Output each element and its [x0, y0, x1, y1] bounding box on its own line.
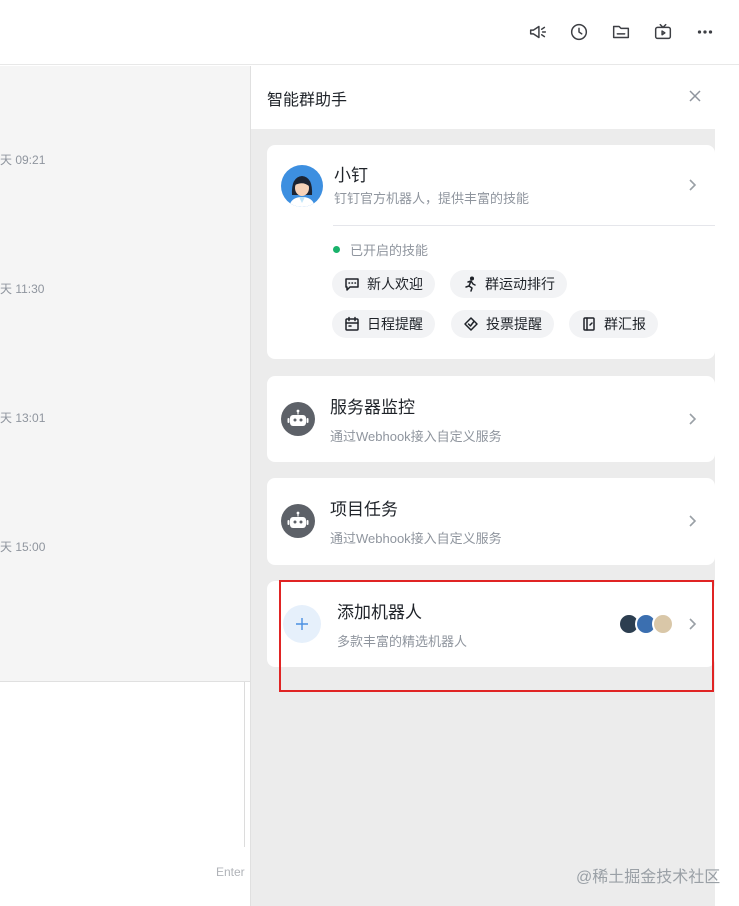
bot-card-project-task[interactable]: 项目任务 通过Webhook接入自定义服务: [267, 478, 715, 565]
bot-name: 小钉: [334, 166, 368, 185]
skill-label: 群运动排行: [485, 276, 555, 292]
message-input-area[interactable]: [0, 682, 250, 906]
message-time: 天 11:30: [0, 282, 45, 296]
divider: [333, 225, 715, 226]
bot-card-xiaoding[interactable]: 小钉 钉钉官方机器人，提供丰富的技能 已开启的技能 新人欢迎 群运动排行 日程提…: [267, 145, 715, 359]
message-time: 天 09:21: [0, 153, 46, 167]
robot-icon: [281, 402, 315, 436]
chat-message-list: 天 09:21 天 11:30 天 13:01 天 15:00: [0, 66, 250, 681]
bot-description: 通过Webhook接入自定义服务: [330, 531, 502, 546]
xiaoding-avatar: [281, 165, 323, 207]
robot-icon: [281, 504, 315, 538]
add-robot-card[interactable]: 添加机器人 多款丰富的精选机器人: [267, 581, 715, 667]
skills-label-text: 已开启的技能: [350, 243, 429, 258]
skill-chip-report[interactable]: 群汇报: [569, 310, 658, 338]
announcement-icon[interactable]: [526, 20, 550, 44]
folder-icon[interactable]: [609, 20, 633, 44]
bot-description: 钉钉官方机器人，提供丰富的技能: [334, 191, 530, 206]
robot-avatar: [652, 613, 674, 635]
bot-name: 项目任务: [330, 500, 398, 519]
divider: [244, 682, 245, 847]
skill-label: 日程提醒: [367, 316, 423, 332]
chevron-right-icon: [685, 178, 699, 192]
skill-label: 群汇报: [604, 316, 646, 332]
skill-chip-sports-rank[interactable]: 群运动排行: [450, 270, 567, 298]
panel-scroll-edge: [715, 66, 739, 906]
add-robot-description: 多款丰富的精选机器人: [337, 634, 468, 649]
panel-title: 智能群助手: [267, 92, 348, 109]
running-icon: [465, 276, 476, 292]
status-dot: [333, 246, 340, 253]
skill-label: 投票提醒: [486, 316, 542, 332]
message-time: 天 15:00: [0, 540, 46, 554]
bot-name: 服务器监控: [330, 398, 415, 417]
skill-label: 新人欢迎: [367, 276, 423, 292]
add-robot-title: 添加机器人: [337, 603, 422, 622]
panel-header: 智能群助手: [251, 66, 715, 129]
enabled-skills-label: 已开启的技能: [333, 240, 428, 259]
report-icon: [583, 317, 595, 331]
calendar-icon: [345, 316, 359, 331]
skill-chip-schedule[interactable]: 日程提醒: [332, 310, 435, 338]
chat-toolbar: [0, 0, 739, 65]
bot-description: 通过Webhook接入自定义服务: [330, 429, 502, 444]
group-assistant-panel: 智能群助手 小钉 钉钉官方机器人，提供丰富的技能 已开启的技能 新人欢迎 群运动…: [250, 66, 739, 906]
message-time: 天 13:01: [0, 411, 46, 425]
live-icon[interactable]: [651, 20, 675, 44]
plus-icon: [283, 605, 321, 643]
more-icon[interactable]: [693, 20, 717, 44]
close-icon[interactable]: [683, 84, 707, 108]
vote-icon: [464, 317, 478, 331]
bot-card-server-monitor[interactable]: 服务器监控 通过Webhook接入自定义服务: [267, 376, 715, 462]
send-hint: Enter: [216, 865, 245, 879]
chevron-right-icon: [685, 617, 699, 631]
skill-chip-welcome[interactable]: 新人欢迎: [332, 270, 435, 298]
chevron-right-icon: [685, 412, 699, 426]
watermark: @稀土掘金技术社区: [576, 869, 721, 886]
chat-bubble-icon: [345, 278, 359, 291]
skill-chip-vote[interactable]: 投票提醒: [451, 310, 554, 338]
chevron-right-icon: [685, 514, 699, 528]
history-icon[interactable]: [567, 20, 591, 44]
